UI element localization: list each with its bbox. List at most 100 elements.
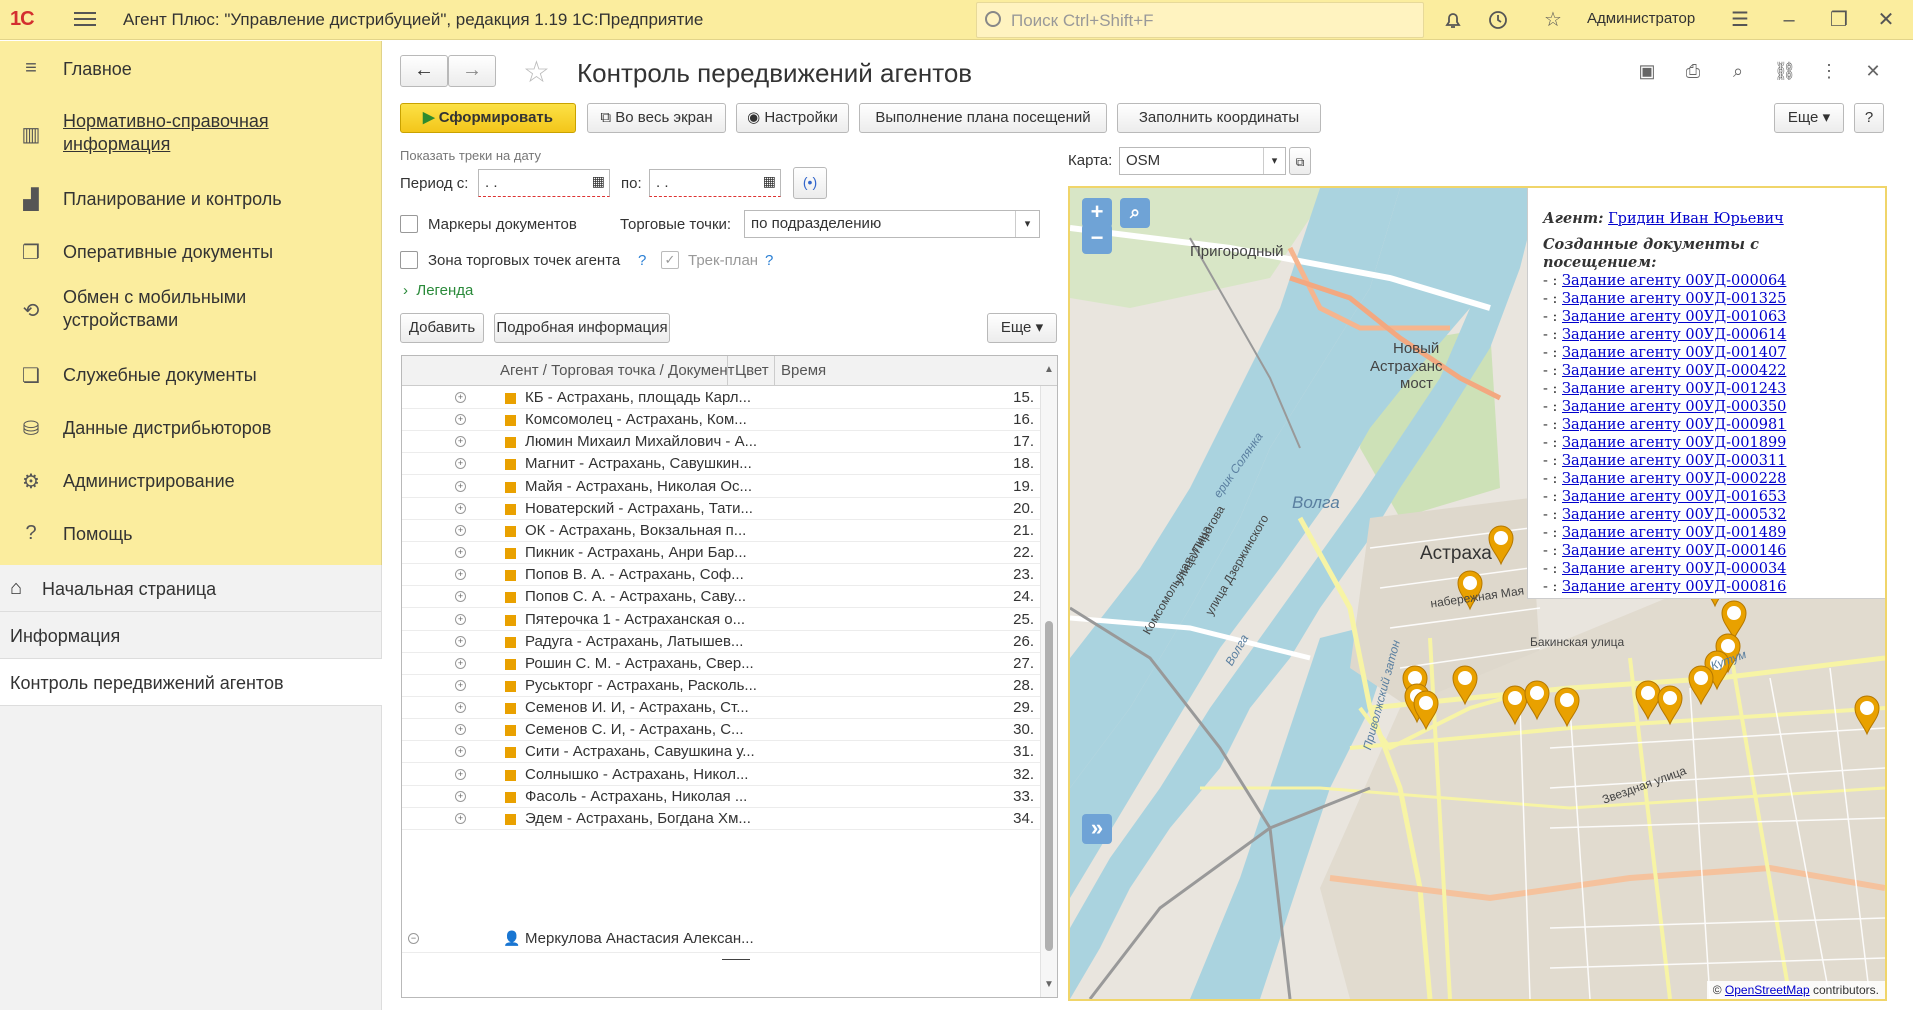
back-button[interactable]: ← [400, 55, 448, 87]
fullscreen-button[interactable]: ⧉ Во весь экран [587, 103, 726, 133]
sidebar-item-main[interactable]: ≡ Главное [0, 44, 382, 94]
expand-icon[interactable]: + [455, 724, 466, 736]
expand-icon[interactable]: + [455, 657, 466, 669]
period-from-input[interactable]: . . ▦ [478, 169, 610, 197]
expand-icon[interactable]: + [455, 547, 466, 559]
expand-icon[interactable]: + [455, 569, 466, 581]
table-row[interactable]: + Эдем - Астрахань, Богдана Хм... 34. [402, 808, 1040, 830]
save-icon[interactable]: ▣ [1635, 61, 1659, 85]
map-view[interactable]: Пригородный Новый Астраханс мост Волга А… [1068, 186, 1887, 1001]
popup-doc-link[interactable]: Задание агенту 00УД-000034 [1562, 561, 1786, 577]
forward-button[interactable]: → [448, 55, 496, 87]
home-page-link[interactable]: ⌂ Начальная страница [0, 565, 382, 612]
history-icon[interactable] [1486, 8, 1510, 32]
more-vertical-icon[interactable]: ⋮ [1817, 61, 1841, 85]
expand-icon[interactable]: + [455, 746, 466, 758]
favorite-star-icon[interactable]: ☆ [523, 55, 550, 90]
table-row[interactable]: + Люмин Михаил Михайлович - А... 17. [402, 431, 1040, 454]
sidebar-item-help[interactable]: ? Помощь [0, 509, 382, 559]
popup-doc-link[interactable]: Задание агенту 00УД-000816 [1562, 579, 1786, 595]
close-window-icon[interactable]: ✕ [1874, 8, 1898, 32]
scroll-up-icon[interactable]: ▲ [1044, 364, 1054, 375]
scroll-down-icon[interactable]: ▼ [1044, 979, 1054, 990]
user-name[interactable]: Администратор [1587, 10, 1695, 27]
add-button[interactable]: Добавить [400, 313, 484, 343]
table-row[interactable]: + Радуга - Астрахань, Латышев... 26. [402, 631, 1040, 653]
period-select-button[interactable]: (•) [793, 167, 827, 199]
expand-icon[interactable]: + [455, 613, 466, 625]
popup-doc-link[interactable]: Задание агенту 00УД-001063 [1562, 309, 1786, 325]
sidebar-item-operational-docs[interactable]: ❐ Оперативные документы [0, 227, 382, 277]
collapse-icon[interactable]: − [408, 933, 419, 944]
table-row[interactable]: + Фасоль - Астрахань, Николая ... 33. [402, 786, 1040, 808]
current-window-link[interactable]: Контроль передвижений агентов [0, 659, 382, 706]
popup-doc-link[interactable]: Задание агенту 00УД-001407 [1562, 345, 1786, 361]
sidebar-item-mobile-exchange[interactable]: ⟲ Обмен с мобильными устройствами [0, 280, 382, 338]
scrollbar-thumb[interactable] [1045, 621, 1053, 951]
table-row[interactable]: + КБ - Астрахань, площадь Карл... 15. [402, 387, 1040, 409]
details-button[interactable]: Подробная информация [494, 313, 670, 343]
help-button[interactable]: ? [1854, 103, 1884, 133]
preview-icon[interactable]: ⌕ [1726, 61, 1750, 85]
expand-icon[interactable]: + [455, 480, 466, 492]
table-row[interactable]: + Сити - Астрахань, Савушкина у... 31. [402, 741, 1040, 764]
table-row[interactable]: + Солнышко - Астрахань, Никол... 32. [402, 764, 1040, 786]
expand-icon[interactable]: + [455, 502, 466, 514]
generate-button[interactable]: ▶ Сформировать [400, 103, 576, 133]
popup-doc-link[interactable]: Задание агенту 00УД-000350 [1562, 399, 1786, 415]
table-row[interactable]: + Попов С. А. - Астрахань, Саву... 24. [402, 586, 1040, 609]
popup-doc-link[interactable]: Задание агенту 00УД-001653 [1562, 489, 1786, 505]
col-agent[interactable]: Агент / Торговая точка / Документ [500, 362, 735, 379]
map-search-icon[interactable]: ⌕ [1120, 198, 1150, 228]
trackplan-help-icon[interactable]: ? [765, 252, 773, 269]
table-row[interactable]: + Руськторг - Астрахань, Расколь... 28. [402, 675, 1040, 697]
popup-doc-link[interactable]: Задание агенту 00УД-000422 [1562, 363, 1786, 379]
info-link[interactable]: Информация [0, 612, 382, 659]
chevron-down-icon[interactable]: ▾ [1263, 148, 1285, 174]
star-icon[interactable]: ☆ [1541, 8, 1565, 32]
popup-agent-link[interactable]: Гридин Иван Юрьевич [1608, 211, 1784, 227]
calendar-icon[interactable]: ▦ [592, 173, 605, 190]
table-more-button[interactable]: Еще ▾ [987, 313, 1057, 343]
sidebar-item-reference[interactable]: ▥ Нормативно-справочная информация [0, 104, 382, 162]
popup-doc-link[interactable]: Задание агенту 00УД-000267 [1562, 597, 1786, 598]
expand-icon[interactable]: + [455, 790, 466, 802]
expand-panel-button[interactable]: » [1082, 814, 1112, 844]
agents-table[interactable]: Агент / Торговая точка / Документ Цвет В… [401, 355, 1058, 998]
settings-lines-icon[interactable]: ☰ [1728, 8, 1752, 32]
doc-markers-checkbox[interactable] [400, 215, 418, 233]
sidebar-item-admin[interactable]: ⚙ Администрирование [0, 456, 382, 506]
zone-help-icon[interactable]: ? [638, 252, 646, 269]
popup-doc-link[interactable]: Задание агенту 00УД-001899 [1562, 435, 1786, 451]
table-row[interactable]: + Магнит - Астрахань, Савушкин... 18. [402, 453, 1040, 476]
period-to-input[interactable]: . . ▦ [649, 169, 781, 197]
table-row[interactable]: + Пятерочка 1 - Астраханская о... 25. [402, 609, 1040, 631]
legend-toggle[interactable]: › Легенда [403, 282, 473, 299]
expand-icon[interactable]: + [455, 768, 466, 780]
menu-burger-icon[interactable] [74, 8, 96, 30]
map-select[interactable]: OSM ▾ [1119, 147, 1286, 175]
visit-plan-button[interactable]: Выполнение плана посещений [859, 103, 1107, 133]
expand-icon[interactable]: + [455, 591, 466, 603]
restore-icon[interactable]: ❐ [1827, 8, 1851, 32]
link-icon[interactable]: ⛓ [1773, 61, 1797, 85]
trackplan-checkbox[interactable]: ✓ [661, 251, 679, 269]
popup-doc-link[interactable]: Задание агенту 00УД-000311 [1562, 453, 1786, 469]
table-row[interactable]: + Комсомолец - Астрахань, Ком... 16. [402, 409, 1040, 432]
popup-doc-link[interactable]: Задание агенту 00УД-000981 [1562, 417, 1786, 433]
table-scrollbar[interactable]: ▼ [1040, 386, 1057, 997]
expand-icon[interactable]: + [455, 414, 466, 426]
col-color[interactable]: Цвет [735, 362, 769, 379]
popup-doc-link[interactable]: Задание агенту 00УД-000532 [1562, 507, 1786, 523]
trade-points-select[interactable]: по подразделению ▾ [744, 210, 1040, 238]
popup-doc-link[interactable]: Задание агенту 00УД-000146 [1562, 543, 1786, 559]
calendar-icon[interactable]: ▦ [763, 173, 776, 190]
table-row[interactable]: + Майя - Астрахань, Николая Ос... 19. [402, 476, 1040, 498]
table-row[interactable]: + Рошин С. М. - Астрахань, Свер... 27. [402, 653, 1040, 675]
table-row[interactable]: + Семенов С. И, - Астрахань, С... 30. [402, 719, 1040, 742]
osm-link[interactable]: OpenStreetMap [1725, 983, 1810, 997]
minimize-icon[interactable]: – [1777, 8, 1801, 32]
popup-doc-link[interactable]: Задание агенту 00УД-000228 [1562, 471, 1786, 487]
popup-doc-link[interactable]: Задание агенту 00УД-001243 [1562, 381, 1786, 397]
open-map-icon[interactable]: ⧉ [1289, 147, 1311, 175]
